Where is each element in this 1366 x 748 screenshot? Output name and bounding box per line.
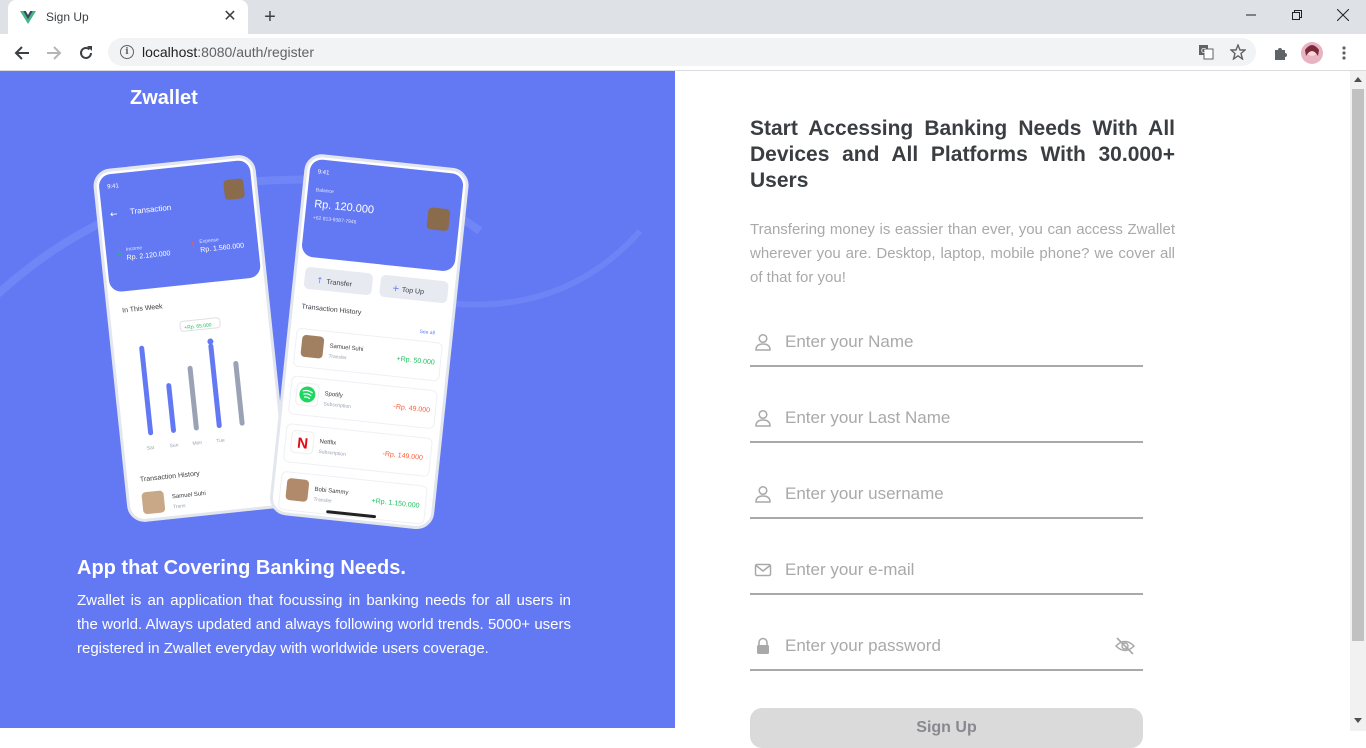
name-field [750, 321, 1143, 367]
left-phone-time: 9:41 [107, 183, 120, 190]
browser-menu-icon[interactable] [1330, 39, 1358, 67]
scroll-thumb[interactable] [1352, 89, 1364, 641]
browser-toolbar: i localhost:8080/auth/register G [0, 34, 1366, 71]
url-text: localhost:8080/auth/register [142, 44, 315, 60]
form-title: Start Accessing Banking Needs With All D… [750, 117, 1175, 192]
person-icon [755, 485, 771, 503]
netflix-logo-icon: N [296, 435, 309, 453]
app-mockup-illustration: 9:41 Transaction ← ↓ Income Rp. 2.120.00… [93, 154, 469, 530]
plus-icon: + [391, 284, 400, 295]
feature-description: Zwallet is an application that focussing… [77, 592, 571, 657]
name-input[interactable] [785, 327, 1105, 357]
new-tab-icon[interactable]: + [258, 6, 282, 30]
last-name-input[interactable] [785, 403, 1105, 433]
password-field [750, 625, 1143, 671]
phone-transaction-screen: 9:41 Transaction ← ↓ Income Rp. 2.120.00… [93, 155, 290, 522]
user-avatar [223, 178, 245, 200]
minimize-icon[interactable] [1228, 0, 1274, 30]
income-arrow-icon: ↓ [116, 248, 124, 258]
day-label: Mon [192, 440, 203, 447]
last-name-field [750, 397, 1143, 443]
day-label: Sun [169, 442, 179, 449]
vue-logo-icon [20, 11, 36, 24]
mail-icon [754, 563, 772, 577]
brand-logo: Zwallet [130, 87, 198, 109]
email-field [750, 549, 1143, 595]
tab-close-icon[interactable]: ✕ [222, 9, 238, 25]
signup-button[interactable]: Sign Up [750, 708, 1143, 748]
svg-text:G: G [1201, 47, 1206, 55]
day-label: Tue [216, 438, 225, 445]
page: Zwallet 9:41 Transaction ← ↓ Income Rp. … [0, 71, 1366, 748]
form-description: Transfering money is eassier than ever, … [750, 221, 1175, 286]
username-field [750, 473, 1143, 519]
marketing-panel: Zwallet 9:41 Transaction ← ↓ Income Rp. … [0, 71, 675, 728]
right-phone-time: 9:41 [317, 169, 330, 176]
history-avatar [285, 478, 310, 502]
scrollbar[interactable] [1350, 71, 1366, 731]
email-input[interactable] [785, 555, 1105, 585]
transfer-arrow-icon: ↑ [316, 276, 324, 286]
browser-tab[interactable]: Sign Up ✕ [8, 0, 248, 34]
person-icon [755, 409, 771, 427]
user-avatar [426, 207, 451, 231]
forward-icon[interactable] [40, 39, 68, 67]
profile-avatar[interactable] [1298, 39, 1326, 67]
extensions-icon[interactable] [1266, 39, 1294, 67]
history-avatar [300, 335, 325, 359]
back-arrow-icon: ← [110, 210, 119, 221]
person-icon [755, 333, 771, 351]
close-window-icon[interactable] [1320, 0, 1366, 30]
history-avatar [141, 490, 166, 515]
feature-heading: App that Covering Banking Needs. [77, 557, 406, 579]
tab-title: Sign Up [46, 10, 89, 24]
eye-off-icon[interactable] [1115, 637, 1135, 655]
address-bar[interactable]: i localhost:8080/auth/register G [108, 38, 1256, 66]
translate-icon[interactable]: G [1198, 38, 1214, 66]
back-icon[interactable] [8, 39, 36, 67]
scroll-down-icon[interactable] [1354, 718, 1362, 723]
phone-balance-screen: 9:41 Balance Rp. 120.000 +62 813-9387-79… [269, 154, 469, 530]
lock-icon [757, 637, 769, 654]
expense-arrow-icon: ↑ [189, 240, 197, 250]
day-label: Sat [146, 445, 155, 452]
scroll-up-icon[interactable] [1354, 77, 1362, 82]
browser-tab-strip: Sign Up ✕ + [0, 0, 1366, 34]
site-info-icon[interactable]: i [120, 45, 134, 59]
bookmark-star-icon[interactable] [1230, 38, 1246, 66]
restore-icon[interactable] [1274, 0, 1320, 30]
reload-icon[interactable] [72, 39, 100, 67]
signup-panel: Start Accessing Banking Needs With All D… [675, 71, 1350, 748]
username-input[interactable] [785, 479, 1105, 509]
password-input[interactable] [785, 631, 1105, 661]
